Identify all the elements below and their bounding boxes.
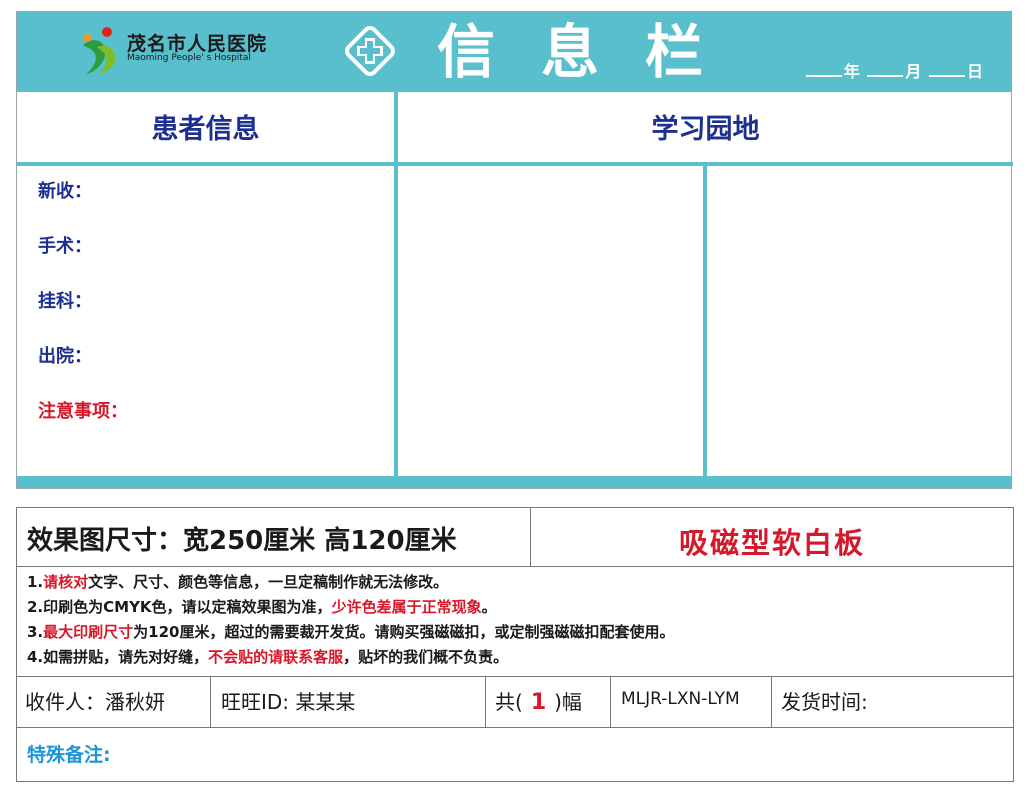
field-notice: 注意事项： <box>38 401 128 422</box>
medical-cross-icon <box>345 26 395 76</box>
size-text: 效果图尺寸：宽250厘米 高120厘米 <box>27 526 457 556</box>
divider-header-row <box>17 162 1013 166</box>
order-info-row: 收件人：潘秋妍 旺旺ID: 某某某 共(1)幅 MLJR-LXN-LYM 发货时… <box>17 676 1013 728</box>
order-divider-4 <box>771 677 772 727</box>
special-remark: 特殊备注: <box>27 744 111 766</box>
day-label: 日 <box>966 62 983 81</box>
study-corner-heading: 学习园地 <box>651 114 760 145</box>
order-code: MLJR-LXN-LYM <box>621 689 740 709</box>
patient-info-heading: 患者信息 <box>151 114 260 145</box>
notes-list: 1.请核对文字、尺寸、颜色等信息，一旦定稿制作就无法修改。 2.印刷色为CMYK… <box>27 570 674 670</box>
order-divider-2 <box>485 677 486 727</box>
order-divider-1 <box>210 677 211 727</box>
recipient: 收件人：潘秋妍 <box>25 690 165 714</box>
board-type: 吸磁型软白板 <box>678 526 865 560</box>
note-3: 3.最大印刷尺寸为120厘米，超过的需要裁开发货。请购买强磁磁扣，或定制强磁磁扣… <box>27 623 675 641</box>
hospital-name-cn: 茂名市人民医院 <box>127 33 268 55</box>
hospital-logo: 茂名市人民医院 Maoming People' s Hospital <box>77 25 287 81</box>
quantity: 共(1)幅 <box>495 690 582 715</box>
order-divider-3 <box>610 677 611 727</box>
field-registration: 挂科： <box>38 291 92 312</box>
spec-size-row: 效果图尺寸：宽250厘米 高120厘米 吸磁型软白板 <box>17 508 1013 567</box>
header-bar: 茂名市人民医院 Maoming People' s Hospital 信息栏 年… <box>17 12 1011 92</box>
month-label: 月 <box>905 62 922 81</box>
field-discharge: 出院： <box>38 346 92 367</box>
hospital-name-en: Maoming People' s Hospital <box>127 53 251 63</box>
field-new-admission: 新收： <box>38 181 92 202</box>
spec-sheet: 效果图尺寸：宽250厘米 高120厘米 吸磁型软白板 1.请核对文字、尺寸、颜色… <box>16 507 1014 782</box>
date-line: 年 月 日 <box>804 58 983 82</box>
hospital-logo-icon <box>83 27 116 75</box>
board-title: 信息栏 <box>437 18 750 86</box>
field-surgery: 手术： <box>38 236 92 257</box>
note-1: 1.请核对文字、尺寸、颜色等信息，一旦定稿制作就无法修改。 <box>27 573 449 591</box>
ship-time: 发货时间: <box>781 690 868 714</box>
note-4: 4.如需拼贴，请先对好缝，不会贴的请联系客服，贴坏的我们概不负责。 <box>27 648 509 666</box>
bottom-strip <box>17 476 1011 488</box>
year-blank <box>805 63 842 77</box>
divider-study <box>703 162 707 476</box>
quantity-value: 1 <box>530 690 547 715</box>
note-2: 2.印刷色为CMYK色，请以定稿效果图为准，少许色差属于正常现象。 <box>27 598 497 616</box>
info-board: 茂名市人民医院 Maoming People' s Hospital 信息栏 年… <box>16 11 1013 489</box>
month-blank <box>867 63 904 77</box>
divider-main <box>394 92 398 476</box>
wangwang-id: 旺旺ID: 某某某 <box>221 690 356 714</box>
day-blank <box>928 63 965 77</box>
year-label: 年 <box>843 62 860 81</box>
